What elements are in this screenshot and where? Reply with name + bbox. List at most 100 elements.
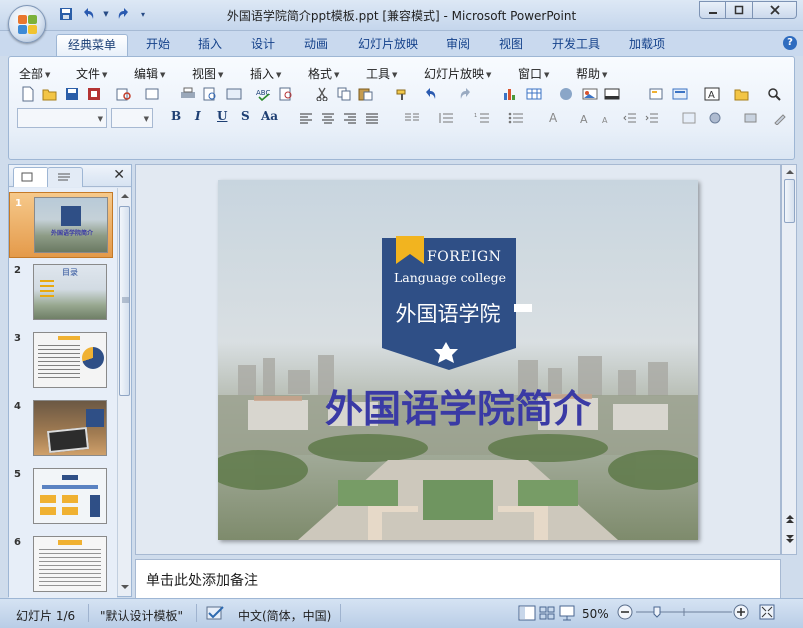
animation-icon[interactable]	[707, 109, 725, 127]
new-icon[interactable]	[19, 85, 37, 103]
draw-icon[interactable]	[771, 109, 789, 127]
close-icon[interactable]	[753, 1, 797, 19]
zoom-slider[interactable]	[636, 606, 732, 618]
zoom-level[interactable]: 50%	[582, 607, 609, 621]
zoom-in-icon[interactable]	[732, 603, 750, 624]
fit-to-window-icon[interactable]	[758, 603, 776, 624]
tab-insert[interactable]: 插入	[190, 34, 230, 56]
new-slide-icon[interactable]	[647, 85, 665, 103]
font-color-icon[interactable]: A	[545, 109, 563, 127]
menu-view[interactable]: 视图 ▼	[192, 65, 223, 82]
menu-help[interactable]: 帮助 ▼	[576, 65, 607, 82]
save-icon[interactable]	[63, 85, 81, 103]
zoom-out-icon[interactable]	[616, 603, 634, 624]
bullets-icon[interactable]	[507, 109, 525, 127]
permission-icon[interactable]	[85, 85, 103, 103]
language-indicator[interactable]: 中文(简体，中国)	[238, 607, 331, 624]
slide-sorter-icon[interactable]	[538, 604, 556, 625]
tab-addins[interactable]: 加载项	[622, 34, 672, 56]
help-icon[interactable]: ?	[783, 36, 797, 50]
slide-editor[interactable]: FOREIGN Language college 外国语学院 外国语学院简介	[135, 164, 781, 555]
scrollbar-thumb[interactable]	[784, 179, 795, 223]
menu-file[interactable]: 文件 ▼	[76, 65, 107, 82]
menu-all[interactable]: 全部 ▼	[19, 65, 50, 82]
open-folder-icon[interactable]	[733, 85, 751, 103]
increase-font-icon[interactable]: A	[577, 109, 595, 127]
scroll-up-icon[interactable]	[783, 167, 797, 177]
decrease-font-icon[interactable]: A	[597, 109, 615, 127]
thumbnail-6[interactable]: 6	[9, 532, 113, 598]
menu-insert[interactable]: 插入 ▼	[250, 65, 281, 82]
research-icon[interactable]	[277, 85, 295, 103]
undo-icon[interactable]	[421, 85, 439, 103]
shapes-icon[interactable]	[743, 109, 761, 127]
close-pane-icon[interactable]: ✕	[113, 167, 125, 183]
cut-icon[interactable]	[313, 85, 331, 103]
thumbnail-5[interactable]: 5	[9, 464, 113, 530]
slide-design-icon[interactable]	[681, 109, 699, 127]
thumbnail-2[interactable]: 2 目录	[9, 260, 113, 326]
print-preview-icon[interactable]	[115, 85, 133, 103]
open-icon[interactable]	[41, 85, 59, 103]
slide-layout-icon[interactable]	[671, 85, 689, 103]
tab-outline[interactable]	[47, 167, 83, 187]
thumbnails-scrollbar[interactable]	[117, 188, 131, 596]
normal-view-icon[interactable]	[518, 604, 536, 625]
slide-title[interactable]: 外国语学院简介	[278, 378, 638, 433]
decrease-indent-icon[interactable]	[621, 109, 639, 127]
italic-button[interactable]: I	[195, 109, 201, 123]
redo-icon[interactable]	[457, 85, 475, 103]
thumbnail-4[interactable]: 4	[9, 396, 113, 462]
thumbnail-1[interactable]: 1 外国语学院简介	[9, 192, 113, 258]
copy-icon[interactable]	[335, 85, 353, 103]
color-scheme-icon[interactable]	[603, 85, 621, 103]
underline-button[interactable]: U	[217, 109, 227, 123]
slide-scrollbar[interactable]	[781, 164, 797, 555]
tab-animations[interactable]: 动画	[296, 34, 336, 56]
columns-icon[interactable]	[403, 109, 421, 127]
clipart-icon[interactable]	[557, 85, 575, 103]
menu-edit[interactable]: 编辑 ▼	[134, 65, 165, 82]
page-setup-icon[interactable]	[225, 85, 243, 103]
font-name-combo[interactable]: ▼	[17, 108, 107, 128]
find-icon[interactable]	[765, 85, 783, 103]
chart-icon[interactable]	[501, 85, 519, 103]
scrollbar-thumb[interactable]	[119, 206, 130, 396]
current-slide[interactable]: FOREIGN Language college 外国语学院 外国语学院简介	[218, 180, 698, 540]
restore-icon[interactable]	[726, 1, 753, 19]
menu-tools[interactable]: 工具 ▼	[366, 65, 397, 82]
print-icon[interactable]	[179, 85, 197, 103]
email-icon[interactable]	[143, 85, 161, 103]
menu-window[interactable]: 窗口 ▼	[518, 65, 549, 82]
tab-slides[interactable]	[13, 167, 49, 187]
spell-check-icon[interactable]	[205, 604, 227, 625]
font-size-combo[interactable]: ▼	[111, 108, 153, 128]
menu-format[interactable]: 格式 ▼	[308, 65, 339, 82]
change-case-button[interactable]: Aa	[261, 109, 278, 123]
scroll-down-icon[interactable]	[119, 582, 131, 592]
tab-design[interactable]: 设计	[243, 34, 283, 56]
textbox-icon[interactable]: A	[703, 85, 721, 103]
increase-indent-icon[interactable]	[643, 109, 661, 127]
minimize-icon[interactable]	[699, 1, 726, 19]
tab-home[interactable]: 开始	[138, 34, 178, 56]
shadow-button[interactable]: S	[241, 109, 250, 123]
slideshow-view-icon[interactable]	[558, 604, 576, 625]
table-icon[interactable]	[525, 85, 543, 103]
tab-developer[interactable]: 开发工具	[544, 34, 608, 56]
insert-picture-icon[interactable]	[581, 85, 599, 103]
format-painter-icon[interactable]	[393, 85, 411, 103]
line-spacing-icon[interactable]	[437, 109, 455, 127]
tab-review[interactable]: 审阅	[438, 34, 478, 56]
office-button[interactable]	[8, 5, 46, 43]
tab-view[interactable]: 视图	[491, 34, 531, 56]
menu-slideshow[interactable]: 幻灯片放映 ▼	[424, 65, 491, 82]
print-preview-2-icon[interactable]	[201, 85, 219, 103]
paste-icon[interactable]	[357, 85, 375, 103]
notes-pane[interactable]: 单击此处添加备注	[135, 559, 781, 599]
thumbnail-3[interactable]: 3	[9, 328, 113, 394]
numbering-icon[interactable]: 1	[473, 109, 491, 127]
tab-classic-menu[interactable]: 经典菜单	[56, 34, 128, 56]
align-center-icon[interactable]	[319, 109, 337, 127]
align-left-icon[interactable]	[297, 109, 315, 127]
